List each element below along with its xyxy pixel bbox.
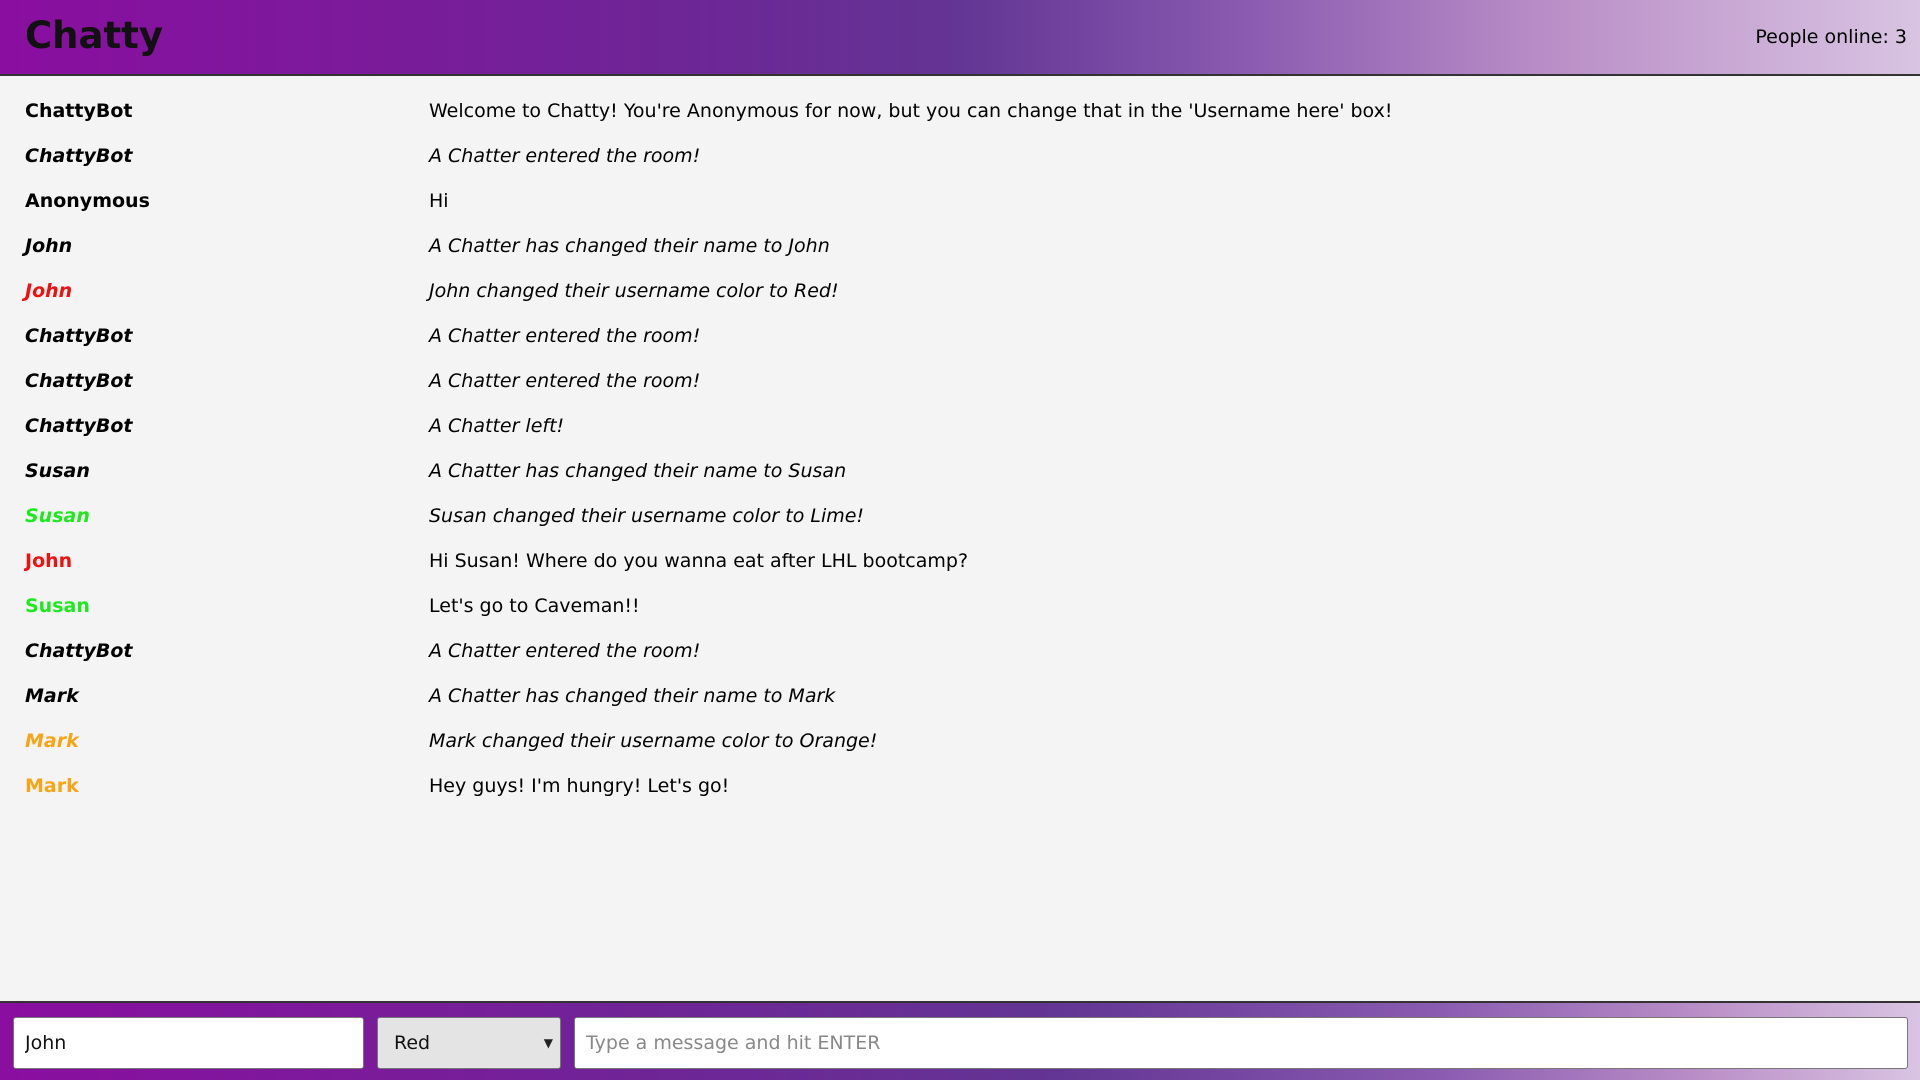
online-count: People online: 3 <box>1755 26 1907 48</box>
message-text: A Chatter entered the room! <box>429 369 701 392</box>
message-row: Susan Susan changed their username color … <box>0 493 1920 538</box>
message-input[interactable] <box>574 1017 1908 1069</box>
message-text: A Chatter entered the room! <box>429 324 701 347</box>
message-row: Susan Let's go to Caveman!! <box>0 583 1920 628</box>
chat-composer: Red ▼ <box>0 1001 1920 1080</box>
message-row: Mark Hey guys! I'm hungry! Let's go! <box>0 763 1920 808</box>
message-row: John A Chatter has changed their name to … <box>0 223 1920 268</box>
message-text: Mark changed their username color to Ora… <box>429 729 878 752</box>
message-row: ChattyBot Welcome to Chatty! You're Anony… <box>0 88 1920 133</box>
message-text: Hi <box>429 189 449 212</box>
message-username: ChattyBot <box>25 414 133 437</box>
message-username: ChattyBot <box>25 639 133 662</box>
caret-down-icon: ▼ <box>543 1036 553 1050</box>
message-username: Mark <box>25 729 79 752</box>
brand-title: Chatty <box>25 14 163 57</box>
message-list: ChattyBot Welcome to Chatty! You're Anony… <box>0 88 1920 998</box>
message-username: ChattyBot <box>25 369 133 392</box>
message-row: ChattyBot A Chatter entered the room! <box>0 313 1920 358</box>
message-username: ChattyBot <box>25 324 133 347</box>
message-username: Susan <box>25 459 90 482</box>
message-row: ChattyBot A Chatter left! <box>0 403 1920 448</box>
message-row: Anonymous Hi <box>0 178 1920 223</box>
color-select[interactable]: Red ▼ <box>377 1017 561 1069</box>
message-username: Susan <box>25 504 90 527</box>
message-row: Mark Mark changed their username color to… <box>0 718 1920 763</box>
message-text: Hey guys! I'm hungry! Let's go! <box>429 774 730 797</box>
message-text: Welcome to Chatty! You're Anonymous for … <box>429 99 1393 122</box>
message-row: ChattyBot A Chatter entered the room! <box>0 358 1920 403</box>
message-row: ChattyBot A Chatter entered the room! <box>0 133 1920 178</box>
message-username: John <box>25 549 73 572</box>
color-select-value: Red <box>394 1032 431 1054</box>
message-row: Susan A Chatter has changed their name to… <box>0 448 1920 493</box>
message-text: A Chatter has changed their name to John <box>429 234 830 257</box>
message-username: John <box>25 279 73 302</box>
message-row: ChattyBot A Chatter entered the room! <box>0 628 1920 673</box>
message-text: A Chatter has changed their name to Mark <box>429 684 836 707</box>
message-username: John <box>25 234 73 257</box>
message-row: Mark A Chatter has changed their name to … <box>0 673 1920 718</box>
message-text: A Chatter has changed their name to Susa… <box>429 459 847 482</box>
message-text: Let's go to Caveman!! <box>429 594 640 617</box>
message-text: John changed their username color to Red… <box>429 279 839 302</box>
message-row: John John changed their username color to… <box>0 268 1920 313</box>
message-text: A Chatter entered the room! <box>429 639 701 662</box>
message-text: Hi Susan! Where do you wanna eat after L… <box>429 549 969 572</box>
message-username: Susan <box>25 594 90 617</box>
message-text: A Chatter entered the room! <box>429 144 701 167</box>
navbar: Chatty People online: 3 <box>0 0 1920 76</box>
username-input[interactable] <box>13 1017 364 1069</box>
message-username: Mark <box>25 684 79 707</box>
message-username: Mark <box>25 774 79 797</box>
message-row: John Hi Susan! Where do you wanna eat aft… <box>0 538 1920 583</box>
message-text: A Chatter left! <box>429 414 565 437</box>
message-text: Susan changed their username color to Li… <box>429 504 865 527</box>
message-username: Anonymous <box>25 189 150 212</box>
message-username: ChattyBot <box>25 144 133 167</box>
message-username: ChattyBot <box>25 99 133 122</box>
